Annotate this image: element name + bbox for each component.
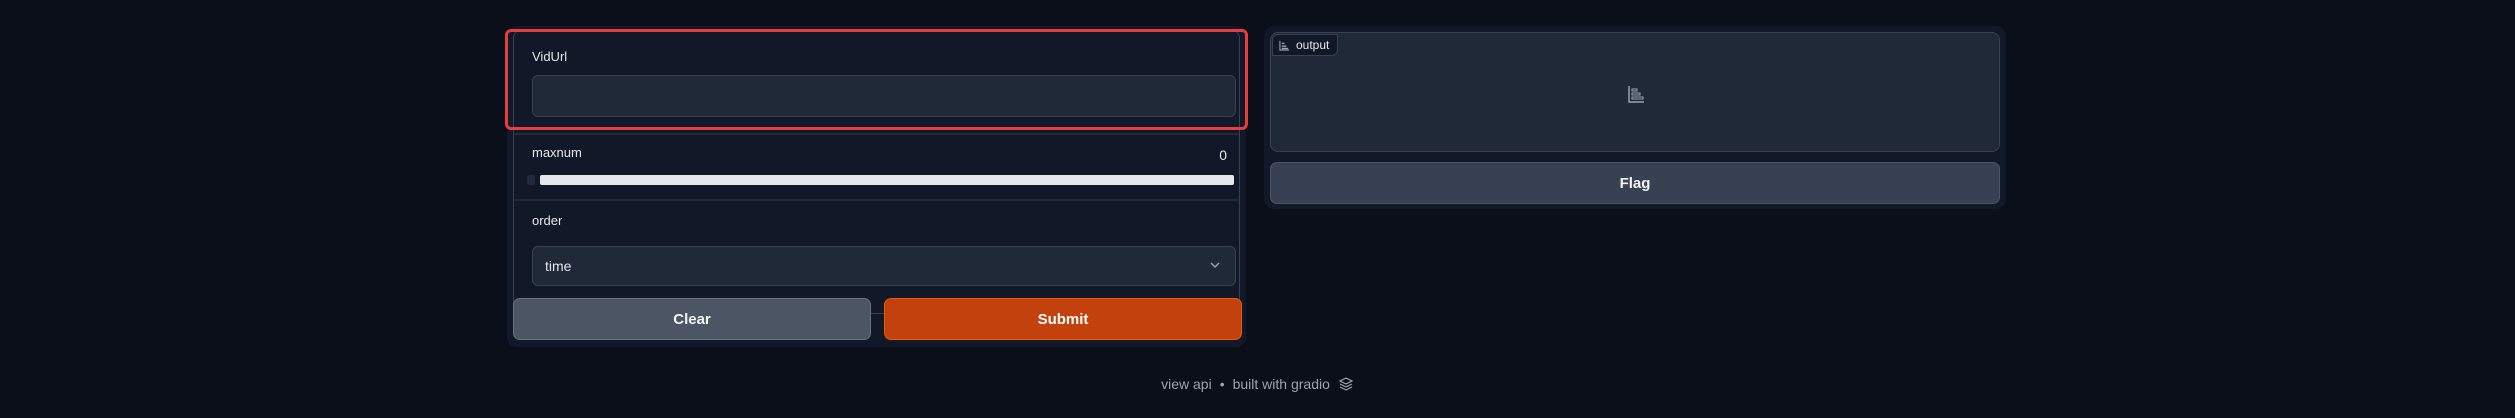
- vidurl-label: VidUrl: [532, 49, 568, 64]
- vidurl-field: VidUrl: [514, 31, 1239, 133]
- output-block: output: [1270, 32, 2000, 152]
- submit-button[interactable]: Submit: [884, 298, 1242, 340]
- vidurl-input[interactable]: [532, 75, 1236, 117]
- view-api-link[interactable]: view api: [1161, 376, 1212, 392]
- clear-button[interactable]: Clear: [513, 298, 871, 340]
- output-panel: output Flag: [1264, 26, 2006, 209]
- maxnum-slider[interactable]: [540, 175, 1234, 185]
- bar-chart-icon: [1628, 86, 1644, 103]
- chevron-down-icon: [1210, 262, 1220, 269]
- gradio-logo-icon: [1338, 377, 1354, 391]
- input-form: VidUrl maxnum 0 order time: [513, 30, 1240, 314]
- maxnum-label: maxnum: [532, 145, 582, 160]
- order-label: order: [532, 213, 563, 228]
- output-label: output: [1296, 38, 1330, 52]
- order-select[interactable]: time: [532, 246, 1236, 286]
- input-panel: VidUrl maxnum 0 order time Clear Submit: [507, 26, 1246, 347]
- maxnum-value[interactable]: 0: [1219, 147, 1227, 163]
- built-with-gradio-link[interactable]: built with gradio: [1233, 376, 1330, 392]
- maxnum-slider-thumb[interactable]: [527, 175, 535, 185]
- footer: view api • built with gradio: [0, 376, 2515, 392]
- bar-chart-icon: [1279, 40, 1290, 51]
- output-label-tag: output: [1272, 34, 1339, 56]
- footer-separator: •: [1219, 376, 1225, 392]
- maxnum-field: maxnum 0: [514, 135, 1239, 199]
- order-selected-value: time: [545, 258, 572, 274]
- flag-button[interactable]: Flag: [1270, 162, 2000, 204]
